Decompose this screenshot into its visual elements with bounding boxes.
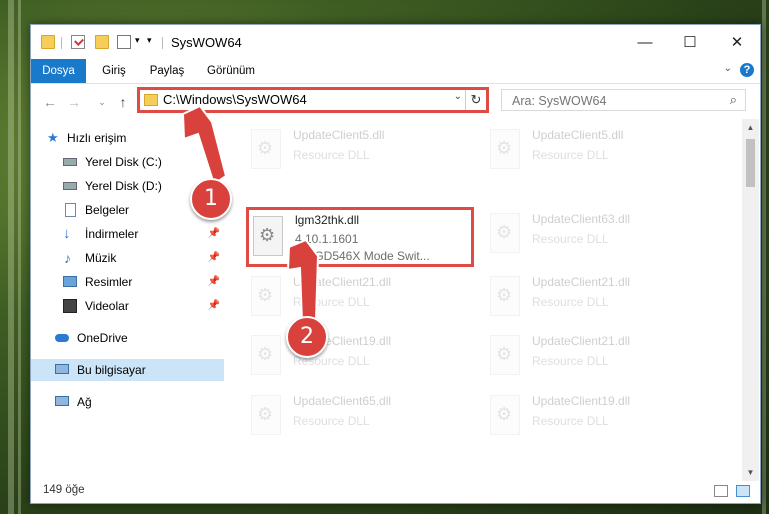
step-callout-2: 2 xyxy=(286,316,328,358)
arrow-to-file xyxy=(286,238,320,324)
annotation-arrows xyxy=(181,104,320,324)
arrow-to-address-bar xyxy=(181,104,228,186)
step-callout-1: 1 xyxy=(190,178,232,220)
